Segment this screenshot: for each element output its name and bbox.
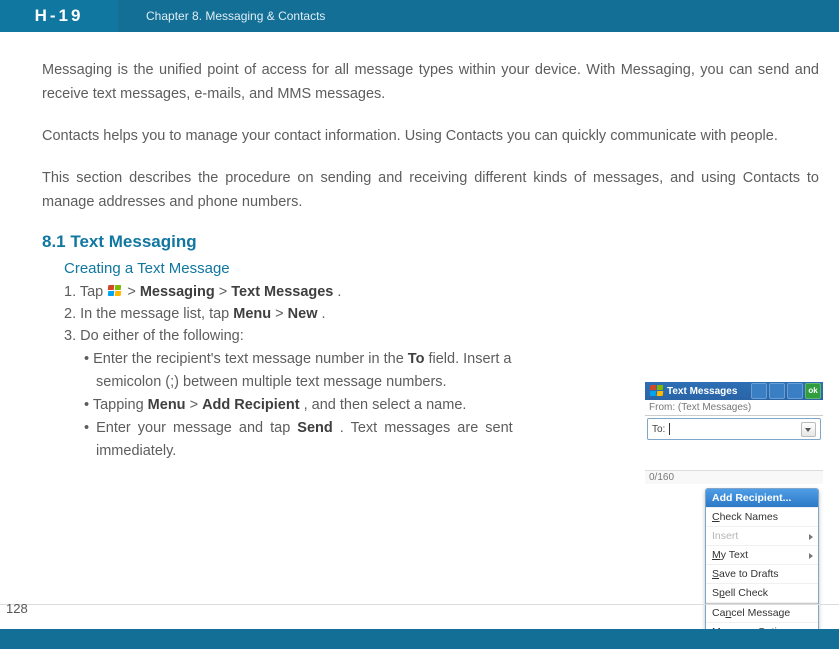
ok-button[interactable]: ok — [805, 383, 821, 399]
menu-save-to-drafts[interactable]: Save to Drafts — [706, 565, 818, 584]
intro-paragraph-3: This section describes the procedure on … — [42, 166, 819, 214]
signal-icon — [751, 383, 767, 399]
intro-paragraph-2: Contacts helps you to manage your contac… — [42, 124, 819, 148]
bullet-1: • Enter the recipient's text message num… — [64, 348, 624, 370]
text-caret — [669, 423, 670, 435]
from-label: From: — [649, 402, 675, 413]
to-field[interactable]: To: — [647, 418, 821, 440]
intro-paragraph-1: Messaging is the unified point of access… — [42, 58, 819, 106]
menu-my-text[interactable]: My Text — [706, 546, 818, 565]
step-1: 1. Tap > Messaging > Text Messages . — [64, 281, 624, 303]
bullet-2: • Tapping Menu > Add Recipient , and the… — [64, 394, 624, 416]
bullet-1-cont: semicolon (;) between multiple text mess… — [64, 371, 624, 393]
chapter-title: Chapter 8. Messaging & Contacts — [146, 9, 325, 23]
message-body-field[interactable] — [645, 440, 823, 470]
device-titlebar: Text Messages ok — [645, 382, 823, 400]
from-row: From: (Text Messages) — [645, 400, 823, 416]
top-bar: H-19 Chapter 8. Messaging & Contacts — [0, 0, 839, 32]
context-menu: Add Recipient... Check Names Insert My T… — [705, 488, 819, 642]
bullet-3-cont: immediately. — [64, 440, 624, 462]
volume-icon[interactable] — [769, 383, 785, 399]
char-counter: 0/160 — [645, 470, 823, 484]
menu-spell-check[interactable]: Spell Check — [706, 584, 818, 603]
step-3: 3. Do either of the following: — [64, 325, 624, 347]
to-label: To: — [652, 424, 665, 435]
footer-rule — [0, 604, 839, 605]
logo-box: H-19 — [0, 0, 118, 32]
steps-list: 1. Tap > Messaging > Text Messages . 2. … — [64, 281, 624, 462]
menu-cancel-message[interactable]: Cancel Message — [706, 604, 818, 623]
bullet-3: • Enter your message and tap Send . Text… — [64, 417, 624, 439]
device-title: Text Messages — [667, 386, 737, 397]
menu-check-names[interactable]: Check Names — [706, 508, 818, 527]
subsection-heading: Creating a Text Message — [64, 260, 819, 277]
page-number: 128 — [6, 601, 28, 616]
to-dropdown-icon[interactable] — [801, 422, 816, 437]
device-logo: H-19 — [35, 6, 84, 26]
section-heading: 8.1 Text Messaging — [42, 232, 819, 252]
start-icon[interactable] — [649, 384, 663, 398]
menu-add-recipient[interactable]: Add Recipient... — [706, 489, 818, 508]
step-2: 2. In the message list, tap Menu > New . — [64, 303, 624, 325]
device-screenshot: Text Messages ok From: (Text Messages) T… — [645, 382, 823, 649]
windows-start-icon — [107, 284, 123, 298]
menu-insert[interactable]: Insert — [706, 527, 818, 546]
bottom-bar — [0, 629, 839, 649]
close-icon[interactable] — [787, 383, 803, 399]
from-value: (Text Messages) — [678, 402, 751, 413]
